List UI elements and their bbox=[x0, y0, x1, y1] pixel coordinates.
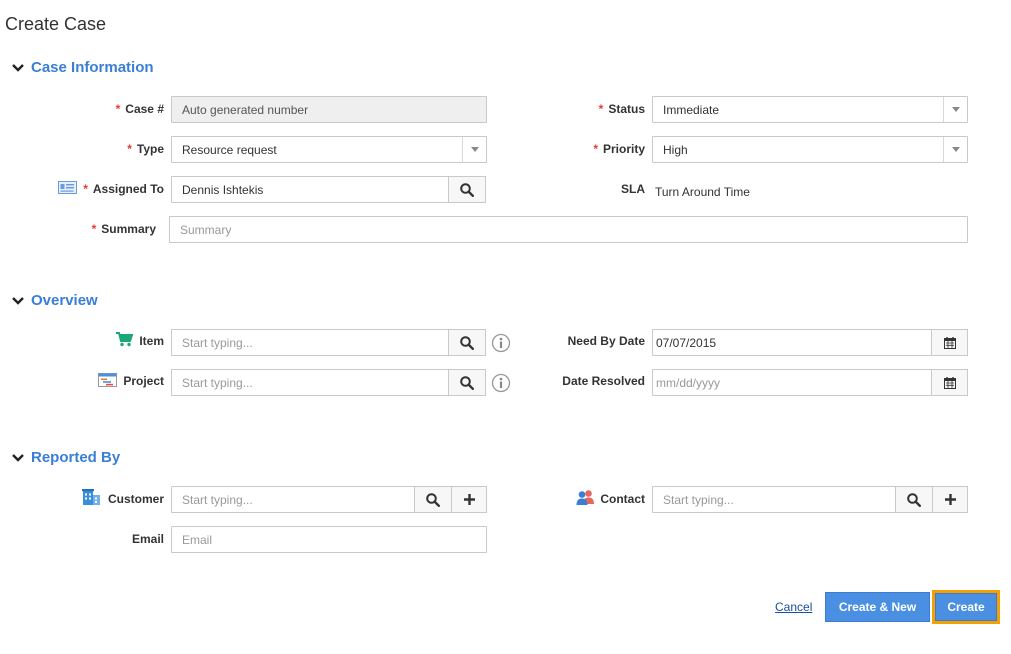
chevron-down-icon bbox=[12, 63, 24, 72]
date-resolved-calendar-button[interactable] bbox=[931, 369, 968, 396]
chevron-down-icon bbox=[12, 453, 24, 462]
calendar-icon bbox=[943, 336, 956, 349]
customer-add-button[interactable] bbox=[451, 486, 487, 513]
item-input[interactable]: Start typing... bbox=[171, 329, 449, 356]
plus-icon bbox=[944, 494, 956, 505]
page-title: Create Case bbox=[5, 14, 107, 34]
dropdown-arrow-icon[interactable] bbox=[943, 97, 967, 122]
sla-label: SLA bbox=[621, 182, 645, 196]
building-icon bbox=[82, 489, 101, 508]
contact-add-button[interactable] bbox=[932, 486, 968, 513]
section-title: Reported By bbox=[31, 449, 121, 466]
sla-value: Turn Around Time bbox=[655, 185, 750, 199]
email-label: Email bbox=[131, 532, 164, 546]
section-reported-by[interactable]: Reported By bbox=[11, 449, 120, 466]
customer-search-button[interactable] bbox=[414, 486, 452, 513]
create-button[interactable]: Create bbox=[935, 593, 997, 621]
need-by-date-calendar-button[interactable] bbox=[931, 329, 968, 356]
section-overview[interactable]: Overview bbox=[11, 292, 98, 309]
info-icon[interactable] bbox=[491, 333, 511, 356]
email-input[interactable]: Email bbox=[171, 526, 487, 553]
status-label: * Status bbox=[598, 102, 645, 116]
project-icon bbox=[98, 373, 117, 390]
search-icon bbox=[907, 492, 921, 507]
item-search-button[interactable] bbox=[448, 329, 486, 356]
dropdown-arrow-icon[interactable] bbox=[943, 137, 967, 162]
info-icon[interactable] bbox=[491, 373, 511, 396]
summary-input[interactable]: Summary bbox=[169, 216, 968, 243]
search-icon bbox=[460, 375, 474, 390]
customer-input[interactable]: Start typing... bbox=[171, 486, 415, 513]
search-icon bbox=[460, 335, 474, 350]
section-case-information[interactable]: Case Information bbox=[11, 59, 154, 76]
item-label: Item bbox=[139, 334, 164, 348]
priority-select[interactable]: High bbox=[652, 136, 968, 163]
project-label: Project bbox=[123, 374, 164, 388]
cancel-link[interactable]: Cancel bbox=[775, 600, 812, 614]
summary-label: * Summary bbox=[91, 222, 156, 236]
chevron-down-icon bbox=[12, 296, 24, 305]
type-select[interactable]: Resource request bbox=[171, 136, 487, 163]
search-icon bbox=[460, 182, 474, 197]
assigned-to-search-button[interactable] bbox=[448, 176, 486, 203]
date-resolved-label: Date Resolved bbox=[562, 374, 645, 388]
case-no-label: * Case # bbox=[115, 102, 164, 116]
search-icon bbox=[426, 492, 440, 507]
assigned-to-label: * Assigned To bbox=[83, 182, 164, 196]
contacts-icon bbox=[576, 489, 596, 508]
contact-label: Contact bbox=[600, 492, 645, 506]
calendar-icon bbox=[943, 376, 956, 389]
plus-icon bbox=[463, 494, 475, 505]
customer-label: Customer bbox=[107, 492, 164, 506]
contact-input[interactable]: Start typing... bbox=[652, 486, 896, 513]
create-button-focus-ring: Create bbox=[932, 590, 1000, 624]
case-no-field: Auto generated number bbox=[171, 96, 487, 123]
need-by-date-label: Need By Date bbox=[567, 334, 645, 348]
section-title: Overview bbox=[31, 292, 98, 309]
cart-icon bbox=[116, 332, 134, 350]
status-select[interactable]: Immediate bbox=[652, 96, 968, 123]
project-input[interactable]: Start typing... bbox=[171, 369, 449, 396]
project-search-button[interactable] bbox=[448, 369, 486, 396]
date-resolved-input[interactable]: mm/dd/yyyy bbox=[652, 369, 932, 396]
dropdown-arrow-icon[interactable] bbox=[462, 137, 486, 162]
need-by-date-input[interactable]: 07/07/2015 bbox=[652, 329, 932, 356]
type-label: * Type bbox=[127, 142, 164, 156]
priority-label: * Priority bbox=[593, 142, 645, 156]
create-and-new-button[interactable]: Create & New bbox=[825, 592, 930, 622]
contact-search-button[interactable] bbox=[895, 486, 933, 513]
assigned-to-input[interactable]: Dennis Ishtekis bbox=[171, 176, 449, 203]
section-title: Case Information bbox=[31, 59, 154, 76]
